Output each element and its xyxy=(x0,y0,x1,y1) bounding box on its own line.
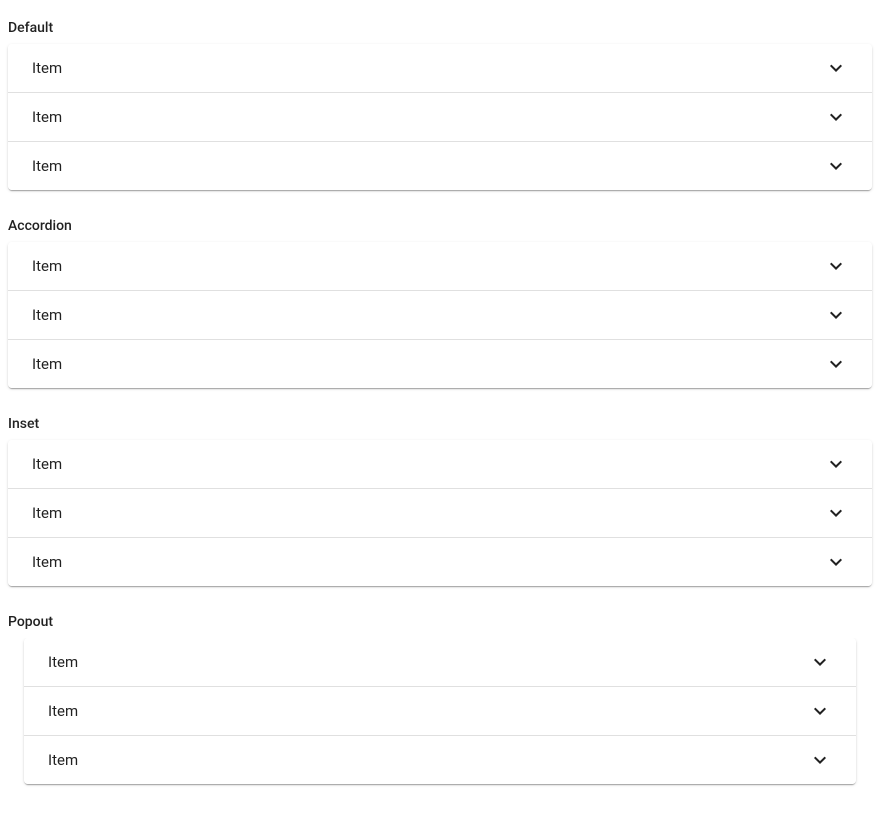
expansion-panel-list-default: Item Item Item xyxy=(8,44,872,190)
expansion-panel-label: Item xyxy=(48,751,78,769)
chevron-down-icon xyxy=(824,501,848,525)
expansion-panel-list-popout: Item Item Item xyxy=(8,638,872,804)
expansion-panel-label: Item xyxy=(32,504,62,522)
expansion-panel-label: Item xyxy=(32,257,62,275)
expansion-panel-label: Item xyxy=(48,653,78,671)
section-label-accordion: Accordion xyxy=(8,210,872,242)
expansion-panel-list-inset: Item Item Item xyxy=(8,440,872,586)
expansion-panel-popout-inner: Item Item Item xyxy=(24,638,856,784)
chevron-down-icon xyxy=(824,303,848,327)
expansion-panel-label: Item xyxy=(32,108,62,126)
chevron-down-icon xyxy=(824,550,848,574)
expansion-panel-list-accordion: Item Item Item xyxy=(8,242,872,388)
chevron-down-icon xyxy=(824,56,848,80)
section-label-default: Default xyxy=(8,12,872,44)
expansion-panel-label: Item xyxy=(32,355,62,373)
expansion-panel-item[interactable]: Item xyxy=(8,339,872,388)
chevron-down-icon xyxy=(824,154,848,178)
expansion-panel-item[interactable]: Item xyxy=(8,141,872,190)
section-label-popout: Popout xyxy=(8,606,872,638)
expansion-panel-label: Item xyxy=(32,59,62,77)
expansion-panel-item[interactable]: Item xyxy=(8,537,872,586)
chevron-down-icon xyxy=(808,699,832,723)
expansion-panel-label: Item xyxy=(32,157,62,175)
chevron-down-icon xyxy=(824,254,848,278)
expansion-panel-item[interactable]: Item xyxy=(8,440,872,488)
expansion-panel-label: Item xyxy=(32,553,62,571)
expansion-panel-item[interactable]: Item xyxy=(24,735,856,784)
expansion-panel-item[interactable]: Item xyxy=(8,290,872,339)
chevron-down-icon xyxy=(824,352,848,376)
chevron-down-icon xyxy=(824,452,848,476)
expansion-panel-label: Item xyxy=(32,455,62,473)
expansion-panel-item[interactable]: Item xyxy=(8,44,872,92)
expansion-panel-item[interactable]: Item xyxy=(8,92,872,141)
expansion-panel-item[interactable]: Item xyxy=(8,242,872,290)
section-label-inset: Inset xyxy=(8,408,872,440)
expansion-panel-label: Item xyxy=(32,306,62,324)
expansion-panel-item[interactable]: Item xyxy=(24,686,856,735)
expansion-panel-item[interactable]: Item xyxy=(8,488,872,537)
expansion-panel-label: Item xyxy=(48,702,78,720)
chevron-down-icon xyxy=(808,650,832,674)
chevron-down-icon xyxy=(824,105,848,129)
expansion-panel-item[interactable]: Item xyxy=(24,638,856,686)
chevron-down-icon xyxy=(808,748,832,772)
